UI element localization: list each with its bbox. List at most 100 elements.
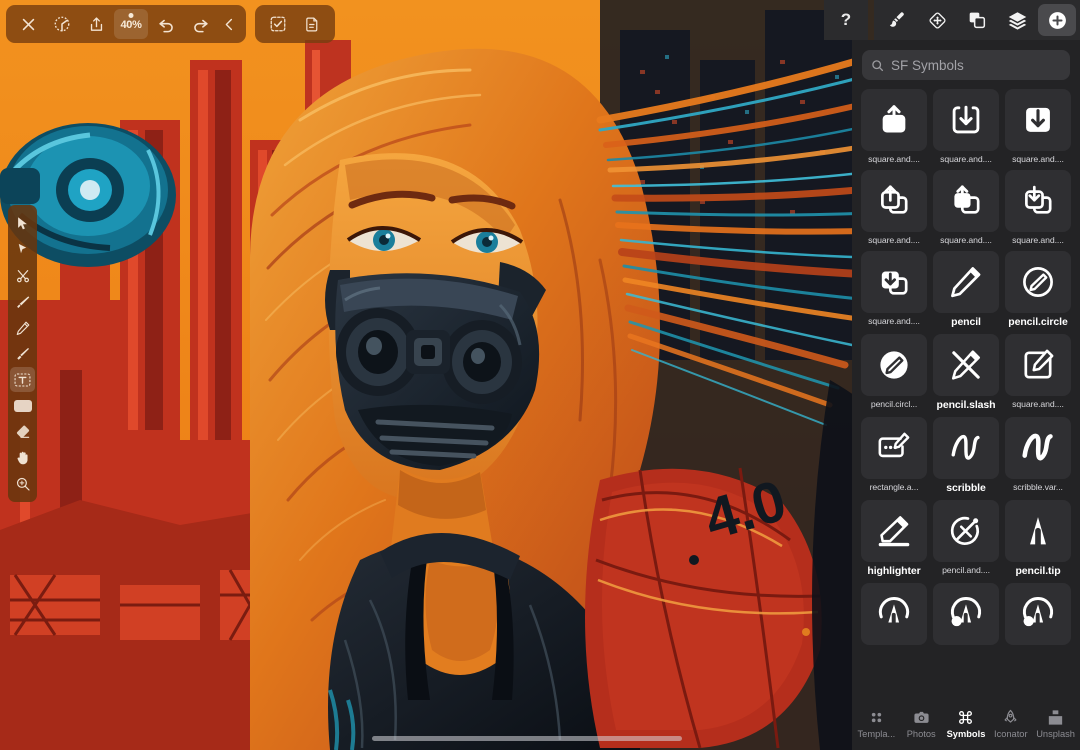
transform-tool-button[interactable] [918,4,956,36]
symbol-cell-scribble[interactable]: scribble [933,417,999,494]
symbol-label: square.and.... [868,154,920,164]
symbol-label: square.and.... [940,235,992,245]
pencil-circle-icon [1005,251,1071,313]
tool-zoom[interactable] [10,471,35,496]
symbol-cell-pencil.tip.crop.circle.badge.plus[interactable] [933,583,999,648]
horizontal-scrollbar[interactable] [372,736,682,741]
symbol-label: square.and.... [868,235,920,245]
primary-toolbar-group: 40% [6,5,246,43]
pencil-icon [933,251,999,313]
pencil-tip-crop-circle-icon [861,583,927,645]
grid-dots-icon [868,708,885,727]
square-arrow-up-on-square-icon [861,170,927,232]
pencil-tip-crop-circle-minus-icon [1005,583,1071,645]
symbol-cell-square.and.arrow.down.fill[interactable]: square.and.... [1005,89,1071,164]
tab-label: Iconator [993,728,1028,739]
close-button[interactable] [12,9,44,39]
tool-text[interactable] [10,367,35,392]
tool-eraser[interactable] [10,419,35,444]
tool-direct-select[interactable] [10,237,35,262]
tool-move[interactable] [10,211,35,236]
tool-pencil[interactable] [10,315,35,340]
pencil-tip-crop-circle-plus-icon [933,583,999,645]
symbol-label: square.and.... [1012,399,1064,409]
symbol-cell-square.and.arrow.up.fill[interactable]: square.and.... [861,89,927,164]
pencil-circle-fill-icon [861,334,927,396]
tab-symbols[interactable]: Symbols [944,708,988,739]
back-button[interactable] [218,9,240,39]
symbol-cell-square.and.arrow.down.on.square[interactable]: square.and.... [1005,170,1071,245]
rocket-icon [1002,708,1019,727]
color-swatch-icon [13,399,32,412]
symbol-cell-square.and.arrow.up.on.square[interactable]: square.and.... [861,170,927,245]
tool-marker[interactable] [10,341,35,366]
symbol-cell-pencil.and.outline[interactable]: pencil.and.... [933,500,999,577]
right-tools-group [874,0,1080,40]
camera-icon [913,708,930,727]
symbol-cell-square.and.arrow.down[interactable]: square.and.... [933,89,999,164]
pencil-slash-icon [933,334,999,396]
zoom-indicator-dot [128,13,134,18]
tab-unsplash[interactable]: Unsplash [1034,708,1078,739]
symbol-label: pencil.circle [1008,316,1068,328]
symbol-cell-pencil.tip[interactable]: pencil.tip [1005,500,1071,577]
pencil-and-outline-icon [933,500,999,562]
symbol-label: scribble [946,482,986,494]
shapes-tool-button[interactable] [958,4,996,36]
symbol-cell-highlighter[interactable]: highlighter [861,500,927,577]
search-wrapper [852,40,1080,87]
symbol-label: rectangle.a... [869,482,919,492]
tool-brush[interactable] [10,289,35,314]
tab-photos[interactable]: Photos [899,708,943,739]
tool-hand[interactable] [10,445,35,470]
symbol-cell-pencil.circle.fill[interactable]: pencil.circl... [861,334,927,411]
symbol-cell-rectangle.and.pencil.and.ellipsis[interactable]: rectangle.a... [861,417,927,494]
search-input[interactable] [891,57,1061,73]
symbol-cell-square.and.arrow.down.on.square.fill[interactable]: square.and.... [861,251,927,328]
zoom-level-button[interactable]: 40% [114,9,148,39]
symbol-cell-pencil.slash[interactable]: pencil.slash [933,334,999,411]
secondary-toolbar-group [255,5,335,43]
symbol-label: pencil.tip [1015,565,1061,577]
add-button[interactable] [1038,4,1076,36]
scribble-icon [933,417,999,479]
symbol-cell-pencil.tip.crop.circle[interactable] [861,583,927,648]
rectangle-and-pencil-icon [861,417,927,479]
symbol-cell-scribble.variable[interactable]: scribble.var... [1005,417,1071,494]
symbol-label: square.and.... [1012,235,1064,245]
symbol-label: pencil.and.... [942,565,990,575]
symbol-label: pencil.circl... [870,399,918,409]
symbol-label: pencil [951,316,981,328]
symbol-grid[interactable]: square.and.... square.and.... square.and..… [852,87,1080,750]
brush-tool-button[interactable] [878,4,916,36]
duplicate-button[interactable] [296,9,328,39]
tool-scissors[interactable] [10,263,35,288]
tool-color-swatch[interactable] [10,393,35,418]
settings-button[interactable] [46,9,78,39]
search-box[interactable] [862,50,1070,80]
help-button[interactable]: ? [824,0,868,40]
select-all-button[interactable] [262,9,294,39]
redo-button[interactable] [184,9,216,39]
panel-tab-bar: Templa... Photos Symbols Iconator Unsplash [852,698,1080,750]
top-left-toolbar: 40% [6,5,335,43]
symbol-label: square.and.... [940,154,992,164]
undo-button[interactable] [150,9,182,39]
search-icon [871,59,884,72]
unsplash-icon [1047,708,1064,727]
symbols-panel: square.and.... square.and.... square.and..… [852,40,1080,750]
symbol-cell-pencil.circle[interactable]: pencil.circle [1005,251,1071,328]
tab-templates[interactable]: Templa... [854,708,898,739]
symbol-cell-square.and.arrow.up.on.square.fill[interactable]: square.and.... [933,170,999,245]
tab-iconator[interactable]: Iconator [989,708,1033,739]
share-button[interactable] [80,9,112,39]
highlighter-icon [861,500,927,562]
symbol-cell-pencil.tip.crop.circle.badge.minus[interactable] [1005,583,1071,648]
command-icon [957,708,974,727]
symbol-cell-square.and.pencil[interactable]: square.and.... [1005,334,1071,411]
symbol-cell-pencil[interactable]: pencil [933,251,999,328]
layers-button[interactable] [998,4,1036,36]
symbol-label: pencil.slash [936,399,996,411]
scribble-variable-icon [1005,417,1071,479]
square-arrow-down-fill-icon [1005,89,1071,151]
